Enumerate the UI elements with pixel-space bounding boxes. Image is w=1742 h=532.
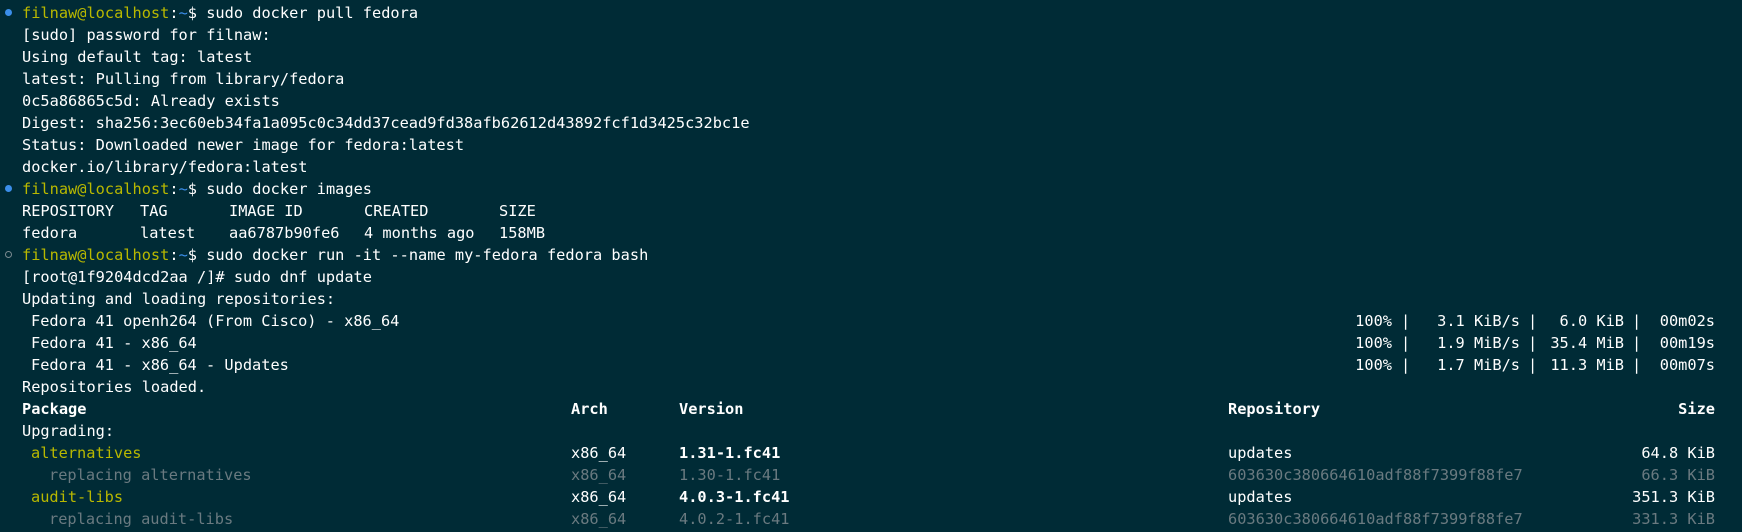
separator: | — [1401, 312, 1411, 330]
repo-name: Fedora 41 - x86_64 - Updates — [31, 356, 289, 374]
separator: | — [1632, 312, 1642, 330]
prompt-colon: : — [169, 4, 179, 22]
output-line: [sudo] password for filnaw: — [22, 26, 271, 44]
prompt-symbol: $ — [187, 180, 207, 198]
separator: | — [1528, 312, 1538, 330]
package-arch: x86_64 — [571, 444, 627, 462]
prompt-line-pull: filnaw@localhost:~$ sudo docker pull fed… — [22, 2, 418, 24]
package-version: 4.0.3-1.fc41 — [679, 488, 790, 506]
separator: | — [1528, 356, 1538, 374]
replacing-size: 331.3 KiB — [1632, 510, 1715, 528]
output-line: Using default tag: latest — [22, 48, 253, 66]
package-arch: x86_64 — [571, 488, 627, 506]
repo-percent: 100% — [1355, 334, 1392, 352]
separator: | — [1401, 356, 1411, 374]
repo-speed: 3.1 KiB/s — [1437, 312, 1520, 330]
images-header-tag: TAG — [140, 202, 168, 220]
prompt-colon: : — [169, 180, 179, 198]
replacing-repository: 603630c380664610adf88f7399f88fe7 — [1228, 510, 1523, 528]
replacing-label: replacing alternatives — [49, 466, 252, 484]
replacing-size: 66.3 KiB — [1641, 466, 1715, 484]
repo-time: 00m02s — [1659, 312, 1715, 330]
repo-speed: 1.7 MiB/s — [1437, 356, 1520, 374]
repo-percent: 100% — [1355, 312, 1392, 330]
repo-percent: 100% — [1355, 356, 1392, 374]
command-running-icon[interactable] — [5, 251, 12, 258]
images-row-created: 4 months ago — [364, 224, 475, 242]
command-text: sudo docker images — [206, 180, 372, 198]
command-text: sudo docker pull fedora — [206, 4, 419, 22]
replacing-arch: x86_64 — [571, 510, 627, 528]
pkg-header-arch: Arch — [571, 400, 608, 418]
root-command: sudo dnf update — [233, 268, 372, 286]
package-name: alternatives — [31, 444, 142, 462]
pkg-header-size: Size — [1678, 400, 1715, 418]
images-header-created: CREATED — [364, 202, 429, 220]
replacing-version: 1.30-1.fc41 — [679, 466, 781, 484]
images-row-image-id: aa6787b90fe6 — [229, 224, 340, 242]
prompt-colon: : — [169, 246, 179, 264]
pkg-header-package: Package — [22, 400, 87, 418]
replacing-repository: 603630c380664610adf88f7399f88fe7 — [1228, 466, 1523, 484]
output-line: latest: Pulling from library/fedora — [22, 70, 345, 88]
prompt-symbol: $ — [187, 246, 207, 264]
images-header-image-id: IMAGE ID — [229, 202, 303, 220]
command-text: sudo docker run -it --name my-fedora fed… — [206, 246, 649, 264]
terminal-output[interactable]: filnaw@localhost:~$ sudo docker pull fed… — [0, 0, 1742, 532]
command-success-icon[interactable] — [5, 9, 12, 16]
repo-time: 00m07s — [1659, 356, 1715, 374]
prompt-line-images: filnaw@localhost:~$ sudo docker images — [22, 178, 372, 200]
separator: | — [1632, 356, 1642, 374]
repo-size: 11.3 MiB — [1550, 356, 1624, 374]
package-name: audit-libs — [31, 488, 124, 506]
output-line: 0c5a86865c5d: Already exists — [22, 92, 280, 110]
repo-size: 35.4 MiB — [1550, 334, 1624, 352]
prompt-path: ~ — [178, 246, 188, 264]
separator: | — [1632, 334, 1642, 352]
separator: | — [1401, 334, 1411, 352]
repo-name: Fedora 41 - x86_64 — [31, 334, 197, 352]
repo-time: 00m19s — [1659, 334, 1715, 352]
prompt-user-host: filnaw@localhost — [22, 4, 170, 22]
command-success-icon[interactable] — [5, 185, 12, 192]
prompt-symbol: $ — [187, 4, 207, 22]
output-line: docker.io/library/fedora:latest — [22, 158, 308, 176]
replacing-arch: x86_64 — [571, 466, 627, 484]
images-header-repository: REPOSITORY — [22, 202, 115, 220]
output-line: Updating and loading repositories: — [22, 290, 336, 308]
pkg-header-repository: Repository — [1228, 400, 1321, 418]
replacing-label: replacing audit-libs — [49, 510, 234, 528]
prompt-line-run: filnaw@localhost:~$ sudo docker run -it … — [22, 244, 648, 266]
prompt-user-host: filnaw@localhost — [22, 246, 170, 264]
images-row-size: 158MB — [499, 224, 546, 242]
prompt-path: ~ — [178, 180, 188, 198]
root-prompt-line: [root@1f9204dcd2aa /]# sudo dnf update — [22, 266, 372, 288]
output-line: Repositories loaded. — [22, 378, 207, 396]
repo-size: 6.0 KiB — [1559, 312, 1624, 330]
images-row-repository: fedora — [22, 224, 78, 242]
prompt-user-host: filnaw@localhost — [22, 180, 170, 198]
images-header-size: SIZE — [499, 202, 536, 220]
repo-name: Fedora 41 openh264 (From Cisco) - x86_64 — [31, 312, 400, 330]
package-repository: updates — [1228, 488, 1293, 506]
package-repository: updates — [1228, 444, 1293, 462]
output-line: Status: Downloaded newer image for fedor… — [22, 136, 465, 154]
package-size: 351.3 KiB — [1632, 488, 1715, 506]
separator: | — [1528, 334, 1538, 352]
output-line: Upgrading: — [22, 422, 115, 440]
package-size: 64.8 KiB — [1641, 444, 1715, 462]
pkg-header-version: Version — [679, 400, 744, 418]
images-row-tag: latest — [140, 224, 196, 242]
output-line: Digest: sha256:3ec60eb34fa1a095c0c34dd37… — [22, 114, 750, 132]
root-prompt: [root@1f9204dcd2aa /]# — [22, 268, 234, 286]
repo-speed: 1.9 MiB/s — [1437, 334, 1520, 352]
replacing-version: 4.0.2-1.fc41 — [679, 510, 790, 528]
package-version: 1.31-1.fc41 — [679, 444, 781, 462]
prompt-path: ~ — [178, 4, 188, 22]
